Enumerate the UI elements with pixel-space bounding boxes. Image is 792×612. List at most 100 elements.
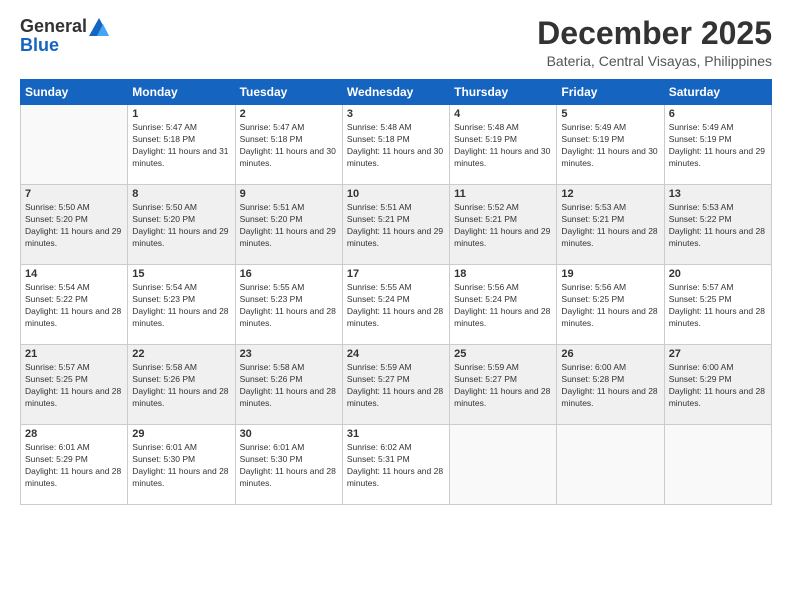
day-number: 19 <box>561 268 659 280</box>
day-info: Sunrise: 6:01 AMSunset: 5:30 PMDaylight:… <box>132 442 230 490</box>
logo-blue-text: Blue <box>20 35 59 56</box>
day-number: 25 <box>454 348 552 360</box>
day-info: Sunrise: 5:57 AMSunset: 5:25 PMDaylight:… <box>25 362 123 410</box>
day-info: Sunrise: 5:54 AMSunset: 5:23 PMDaylight:… <box>132 282 230 330</box>
day-info: Sunrise: 5:57 AMSunset: 5:25 PMDaylight:… <box>669 282 767 330</box>
day-info: Sunrise: 5:48 AMSunset: 5:19 PMDaylight:… <box>454 122 552 170</box>
day-number: 7 <box>25 188 123 200</box>
day-number: 4 <box>454 108 552 120</box>
day-number: 16 <box>240 268 338 280</box>
day-info: Sunrise: 5:56 AMSunset: 5:24 PMDaylight:… <box>454 282 552 330</box>
calendar-cell: 14Sunrise: 5:54 AMSunset: 5:22 PMDayligh… <box>21 265 128 345</box>
day-info: Sunrise: 5:49 AMSunset: 5:19 PMDaylight:… <box>669 122 767 170</box>
day-number: 17 <box>347 268 445 280</box>
calendar-header-row: SundayMondayTuesdayWednesdayThursdayFrid… <box>21 80 772 105</box>
day-info: Sunrise: 5:58 AMSunset: 5:26 PMDaylight:… <box>132 362 230 410</box>
day-number: 13 <box>669 188 767 200</box>
day-number: 12 <box>561 188 659 200</box>
calendar-cell <box>557 425 664 505</box>
calendar-cell: 2 Sunrise: 5:47 AMSunset: 5:18 PMDaylight… <box>235 105 342 185</box>
day-number: 24 <box>347 348 445 360</box>
calendar-cell: 18 Sunrise: 5:56 AMSunset: 5:24 PMDayligh… <box>450 265 557 345</box>
day-info: Sunrise: 5:51 AMSunset: 5:21 PMDaylight:… <box>347 202 445 250</box>
day-number: 18 <box>454 268 552 280</box>
calendar-cell: 22Sunrise: 5:58 AMSunset: 5:26 PMDayligh… <box>128 345 235 425</box>
day-info: Sunrise: 6:00 AMSunset: 5:28 PMDaylight:… <box>561 362 659 410</box>
weekday-header: Wednesday <box>342 80 449 105</box>
calendar-cell: 31 Sunrise: 6:02 AMSunset: 5:31 PMDayligh… <box>342 425 449 505</box>
day-number: 2 <box>240 108 338 120</box>
calendar-cell: 29Sunrise: 6:01 AMSunset: 5:30 PMDayligh… <box>128 425 235 505</box>
header: General Blue December 2025 Bateria, Cent… <box>20 16 772 69</box>
page: General Blue December 2025 Bateria, Cent… <box>0 0 792 612</box>
day-info: Sunrise: 6:01 AMSunset: 5:29 PMDaylight:… <box>25 442 123 490</box>
calendar-cell <box>450 425 557 505</box>
calendar-cell: 6 Sunrise: 5:49 AMSunset: 5:19 PMDaylight… <box>664 105 771 185</box>
day-number: 6 <box>669 108 767 120</box>
logo-icon <box>89 18 109 36</box>
logo-general-text: General <box>20 16 87 37</box>
day-number: 5 <box>561 108 659 120</box>
day-number: 30 <box>240 428 338 440</box>
calendar-cell: 24Sunrise: 5:59 AMSunset: 5:27 PMDayligh… <box>342 345 449 425</box>
calendar-week-row: 28 Sunrise: 6:01 AMSunset: 5:29 PMDayligh… <box>21 425 772 505</box>
logo: General Blue <box>20 16 109 56</box>
calendar-cell: 25 Sunrise: 5:59 AMSunset: 5:27 PMDayligh… <box>450 345 557 425</box>
day-number: 11 <box>454 188 552 200</box>
day-number: 23 <box>240 348 338 360</box>
day-info: Sunrise: 5:59 AMSunset: 5:27 PMDaylight:… <box>454 362 552 410</box>
day-info: Sunrise: 5:55 AMSunset: 5:23 PMDaylight:… <box>240 282 338 330</box>
calendar-week-row: 1 Sunrise: 5:47 AMSunset: 5:18 PMDaylight… <box>21 105 772 185</box>
day-info: Sunrise: 5:50 AMSunset: 5:20 PMDaylight:… <box>25 202 123 250</box>
day-info: Sunrise: 5:51 AMSunset: 5:20 PMDaylight:… <box>240 202 338 250</box>
day-info: Sunrise: 5:53 AMSunset: 5:21 PMDaylight:… <box>561 202 659 250</box>
location-title: Bateria, Central Visayas, Philippines <box>537 53 772 69</box>
day-number: 28 <box>25 428 123 440</box>
calendar-cell: 7 Sunrise: 5:50 AMSunset: 5:20 PMDaylight… <box>21 185 128 265</box>
day-number: 26 <box>561 348 659 360</box>
day-info: Sunrise: 5:47 AMSunset: 5:18 PMDaylight:… <box>240 122 338 170</box>
day-number: 8 <box>132 188 230 200</box>
weekday-header: Thursday <box>450 80 557 105</box>
calendar-cell <box>21 105 128 185</box>
day-info: Sunrise: 5:47 AMSunset: 5:18 PMDaylight:… <box>132 122 230 170</box>
day-number: 31 <box>347 428 445 440</box>
weekday-header: Sunday <box>21 80 128 105</box>
day-info: Sunrise: 5:50 AMSunset: 5:20 PMDaylight:… <box>132 202 230 250</box>
day-number: 27 <box>669 348 767 360</box>
day-number: 1 <box>132 108 230 120</box>
calendar-cell: 8 Sunrise: 5:50 AMSunset: 5:20 PMDaylight… <box>128 185 235 265</box>
calendar-cell: 4 Sunrise: 5:48 AMSunset: 5:19 PMDaylight… <box>450 105 557 185</box>
calendar-cell: 16 Sunrise: 5:55 AMSunset: 5:23 PMDayligh… <box>235 265 342 345</box>
calendar-cell: 30Sunrise: 6:01 AMSunset: 5:30 PMDayligh… <box>235 425 342 505</box>
calendar-cell: 10 Sunrise: 5:51 AMSunset: 5:21 PMDayligh… <box>342 185 449 265</box>
day-info: Sunrise: 5:48 AMSunset: 5:18 PMDaylight:… <box>347 122 445 170</box>
day-info: Sunrise: 5:55 AMSunset: 5:24 PMDaylight:… <box>347 282 445 330</box>
day-number: 15 <box>132 268 230 280</box>
day-info: Sunrise: 6:02 AMSunset: 5:31 PMDaylight:… <box>347 442 445 490</box>
weekday-header: Friday <box>557 80 664 105</box>
calendar-week-row: 7 Sunrise: 5:50 AMSunset: 5:20 PMDaylight… <box>21 185 772 265</box>
day-info: Sunrise: 5:53 AMSunset: 5:22 PMDaylight:… <box>669 202 767 250</box>
day-info: Sunrise: 5:52 AMSunset: 5:21 PMDaylight:… <box>454 202 552 250</box>
day-number: 9 <box>240 188 338 200</box>
weekday-header: Tuesday <box>235 80 342 105</box>
day-info: Sunrise: 5:56 AMSunset: 5:25 PMDaylight:… <box>561 282 659 330</box>
calendar-week-row: 21Sunrise: 5:57 AMSunset: 5:25 PMDayligh… <box>21 345 772 425</box>
calendar-cell <box>664 425 771 505</box>
calendar-cell: 1 Sunrise: 5:47 AMSunset: 5:18 PMDaylight… <box>128 105 235 185</box>
calendar-cell: 12 Sunrise: 5:53 AMSunset: 5:21 PMDayligh… <box>557 185 664 265</box>
calendar-cell: 23Sunrise: 5:58 AMSunset: 5:26 PMDayligh… <box>235 345 342 425</box>
calendar-cell: 27Sunrise: 6:00 AMSunset: 5:29 PMDayligh… <box>664 345 771 425</box>
calendar-cell: 20 Sunrise: 5:57 AMSunset: 5:25 PMDayligh… <box>664 265 771 345</box>
calendar-cell: 26 Sunrise: 6:00 AMSunset: 5:28 PMDayligh… <box>557 345 664 425</box>
month-title: December 2025 <box>537 16 772 51</box>
day-info: Sunrise: 5:54 AMSunset: 5:22 PMDaylight:… <box>25 282 123 330</box>
calendar-cell: 3Sunrise: 5:48 AMSunset: 5:18 PMDaylight… <box>342 105 449 185</box>
day-info: Sunrise: 5:49 AMSunset: 5:19 PMDaylight:… <box>561 122 659 170</box>
calendar-cell: 28 Sunrise: 6:01 AMSunset: 5:29 PMDayligh… <box>21 425 128 505</box>
calendar-cell: 17 Sunrise: 5:55 AMSunset: 5:24 PMDayligh… <box>342 265 449 345</box>
day-number: 10 <box>347 188 445 200</box>
calendar-cell: 11 Sunrise: 5:52 AMSunset: 5:21 PMDayligh… <box>450 185 557 265</box>
day-number: 20 <box>669 268 767 280</box>
